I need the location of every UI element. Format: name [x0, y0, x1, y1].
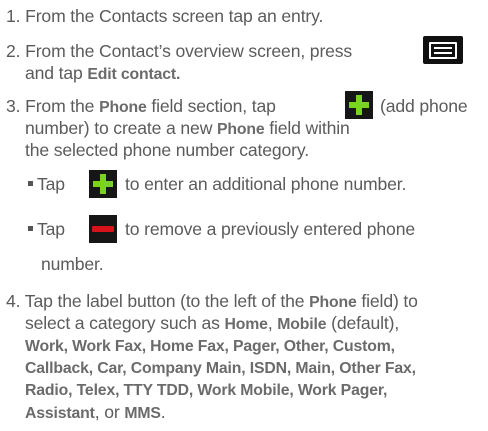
bullet-1-end: to enter an additional phone number.: [125, 174, 406, 195]
step-text: From the: [25, 96, 100, 116]
category-assistant: Assistant: [25, 405, 95, 422]
step-text: field section, tap: [146, 96, 276, 116]
bullet-text: to enter an additional phone number.: [125, 174, 407, 194]
step-3-line-3: the selected phone number category.: [25, 140, 309, 161]
step-text: ,: [267, 313, 278, 333]
step-text: (default),: [326, 313, 400, 333]
step-3-line-1-end: (add phone: [380, 96, 468, 117]
step-number: 3.: [6, 96, 21, 116]
bullet-2: Tap: [28, 219, 65, 240]
step-4-line-1: 4. Tap the label button (to the left of …: [6, 291, 418, 313]
step-text: From the Contacts screen tap an entry.: [25, 6, 324, 26]
bullet-text: number.: [41, 254, 104, 274]
minus-icon: [89, 215, 117, 243]
step-number: 1.: [6, 6, 21, 26]
bullet-text: to remove a previously entered phone: [125, 219, 415, 239]
step-4-line-3: Work, Work Fax, Home Fax, Pager, Other, …: [25, 336, 395, 357]
step-number: 4.: [6, 291, 21, 311]
step-3-line-1: 3. From the Phone field section, tap: [6, 96, 276, 118]
step-3-line-2: number) to create a new Phone field with…: [25, 118, 350, 140]
phone-label: Phone: [99, 99, 147, 116]
category-list: Radio, Telex, TTY TDD, Work Mobile, Work…: [25, 382, 388, 399]
category-list: Callback, Car, Company Main, ISDN, Main,…: [25, 360, 416, 377]
category-mms: MMS: [124, 405, 161, 422]
step-2-line-2: and tap Edit contact.: [25, 63, 180, 85]
step-text: and tap: [25, 63, 88, 83]
category-list: Work, Work Fax, Home Fax, Pager, Other, …: [25, 338, 395, 355]
step-text: .: [160, 402, 166, 422]
step-4-line-2: select a category such as Home, Mobile (…: [25, 313, 399, 335]
bullet-text: Tap: [37, 219, 65, 239]
bullet-text: Tap: [37, 174, 65, 194]
step-text: (add phone: [380, 96, 468, 116]
step-2-line-1: 2. From the Contact’s overview screen, p…: [6, 41, 352, 62]
step-text: number) to create a new: [25, 118, 217, 138]
category-mobile: Mobile: [277, 316, 327, 333]
step-text: Tap the label button (to the left of the: [24, 291, 310, 311]
phone-label: Phone: [217, 121, 265, 138]
step-text: , or: [94, 402, 125, 422]
menu-icon: [423, 36, 463, 64]
category-home: Home: [224, 316, 268, 333]
plus-icon: [89, 170, 117, 198]
step-text: field) to: [356, 291, 418, 311]
bullet-marker: [28, 180, 33, 186]
step-text: select a category such as: [25, 313, 225, 333]
step-text: the selected phone number category.: [25, 140, 309, 160]
bullet-1: Tap: [28, 174, 65, 195]
step-4-line-6: Assistant, or MMS.: [25, 402, 166, 424]
step-number: 2.: [6, 41, 21, 61]
step-text: field within: [264, 118, 350, 138]
step-1: 1. From the Contacts screen tap an entry…: [6, 6, 323, 27]
bullet-2-end: to remove a previously entered phone: [125, 219, 415, 240]
phone-label: Phone: [309, 294, 357, 311]
plus-icon: [345, 91, 373, 119]
step-4-line-5: Radio, Telex, TTY TDD, Work Mobile, Work…: [25, 380, 387, 401]
step-text: From the Contact’s overview screen, pres…: [25, 41, 353, 61]
edit-contact-label: Edit contact.: [87, 66, 181, 83]
bullet-2-line-2: number.: [41, 254, 104, 275]
step-4-line-4: Callback, Car, Company Main, ISDN, Main,…: [25, 358, 416, 379]
bullet-marker: [28, 225, 33, 231]
